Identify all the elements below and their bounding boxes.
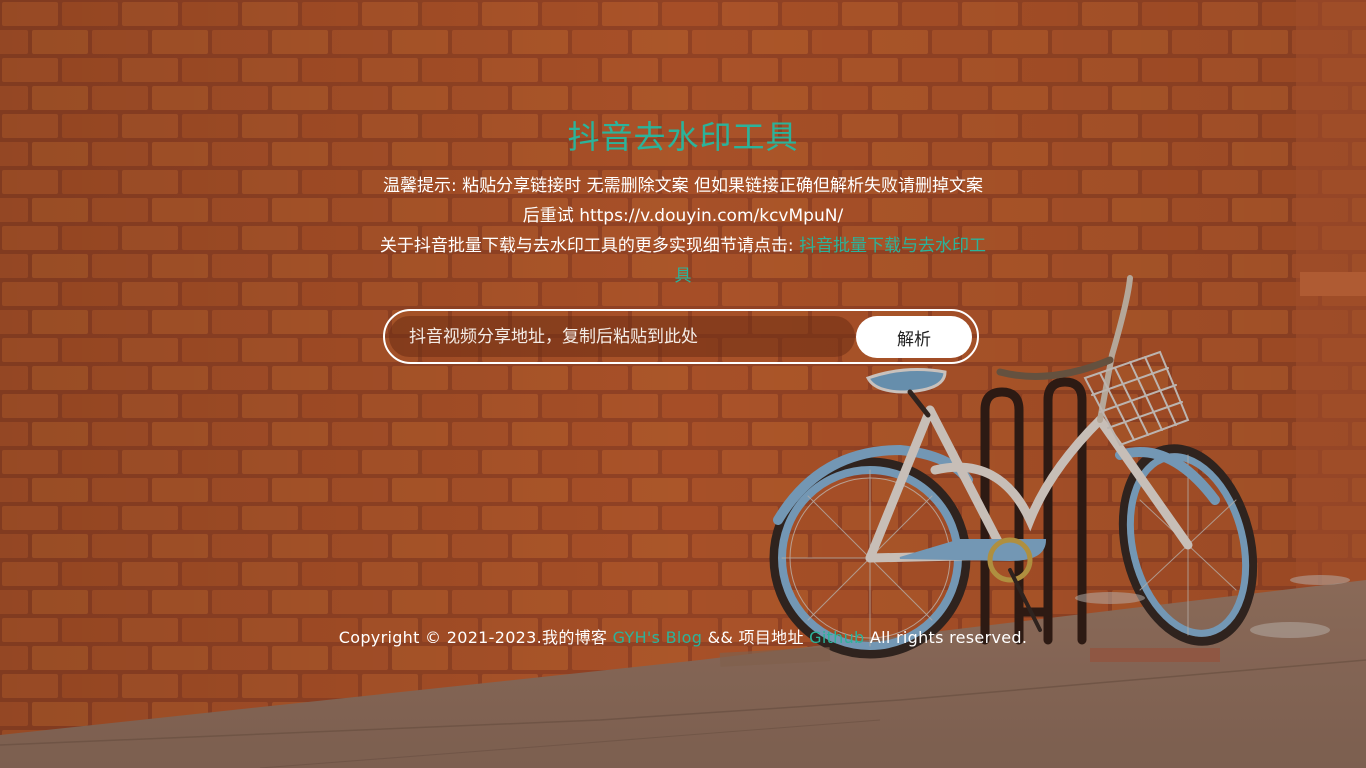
parse-button[interactable]: 解析: [856, 316, 972, 358]
footer-suffix: All rights reserved.: [864, 628, 1028, 647]
blog-link[interactable]: GYH's Blog: [613, 628, 703, 647]
tip-line-1: 温馨提示: 粘贴分享链接时 无需删除文案 但如果链接正确但解析失败请删掉文案后重…: [383, 176, 983, 226]
github-link[interactable]: Github: [809, 628, 864, 647]
search-form: 解析: [383, 309, 979, 364]
tip-line-2: 关于抖音批量下载与去水印工具的更多实现细节请点击: 抖音批量下载与去水印工具: [378, 231, 988, 291]
page-title: 抖音去水印工具: [567, 118, 799, 156]
share-url-input[interactable]: [389, 316, 855, 357]
main-content: 抖音去水印工具 温馨提示: 粘贴分享链接时 无需删除文案 但如果链接正确但解析失…: [0, 0, 1366, 768]
footer: Copyright © 2021-2023.我的博客 GYH's Blog &&…: [0, 624, 1366, 648]
tips-text: 温馨提示: 粘贴分享链接时 无需删除文案 但如果链接正确但解析失败请删掉文案后重…: [378, 171, 988, 291]
footer-middle: && 项目地址: [702, 628, 810, 647]
footer-copyright: Copyright © 2021-2023.我的博客: [338, 628, 613, 647]
tip-line-2-prefix: 关于抖音批量下载与去水印工具的更多实现细节请点击:: [379, 236, 800, 256]
